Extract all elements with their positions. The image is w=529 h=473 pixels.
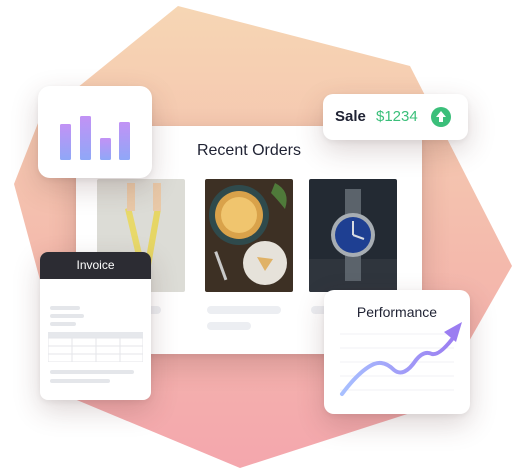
sale-amount: $1234	[376, 108, 418, 125]
product-placeholder-line	[207, 306, 281, 314]
invoice-line	[50, 306, 80, 310]
sale-card: Sale $1234	[323, 94, 468, 140]
product-placeholder-line	[207, 322, 251, 330]
arrow-up-icon	[431, 107, 451, 127]
trend-chart	[340, 322, 462, 396]
invoice-title: Invoice	[40, 252, 151, 279]
invoice-line	[50, 370, 134, 374]
product-image-watch[interactable]	[309, 179, 397, 292]
trend-arrow-icon	[444, 322, 462, 342]
trend-line	[340, 332, 458, 396]
invoice-table	[48, 332, 143, 362]
sale-label: Sale	[335, 108, 366, 125]
product-image-pie[interactable]	[205, 179, 293, 292]
invoice-line	[50, 379, 110, 383]
performance-card[interactable]: Performance	[324, 290, 470, 414]
bar-chart-icon	[60, 116, 130, 160]
chart-widget[interactable]	[38, 86, 152, 178]
invoice-line	[50, 322, 76, 326]
invoice-card[interactable]: Invoice	[40, 252, 151, 400]
invoice-line	[50, 314, 84, 318]
